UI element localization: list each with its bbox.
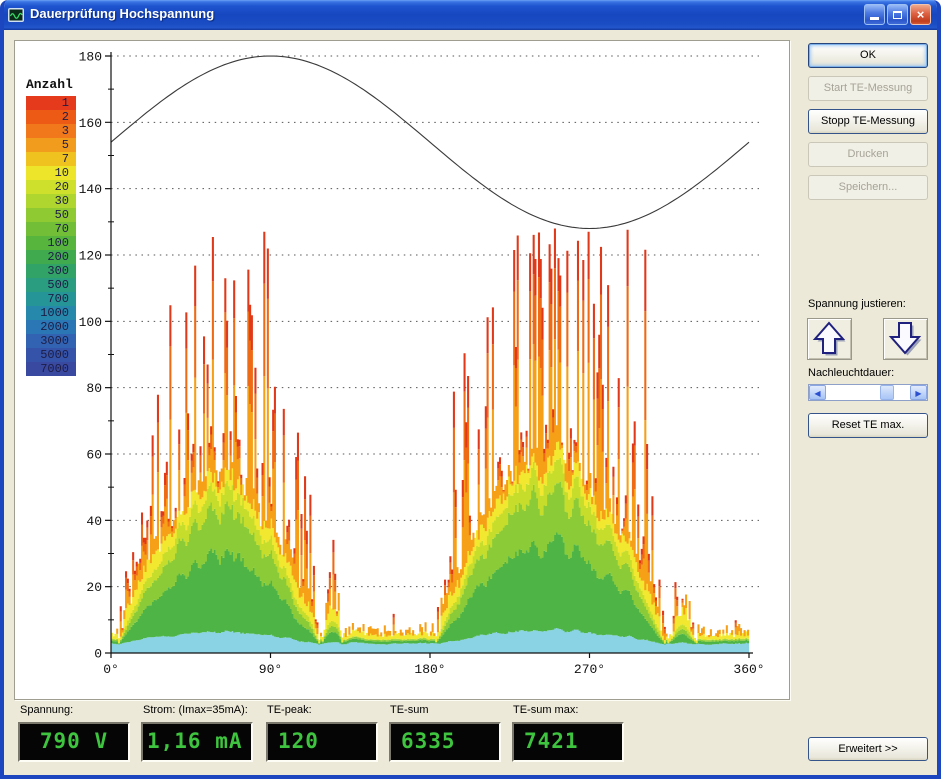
phase-resolved-pd-chart: 0204060801001201401601800°90°180°270°360… <box>15 41 791 701</box>
te-sum-max-label: TE-sum max: <box>513 704 578 716</box>
nachleuchtdauer-label: Nachleuchtdauer: <box>808 367 894 379</box>
legend-row: 700 <box>26 292 76 306</box>
scroll-left-icon: ◀ <box>814 389 820 398</box>
app-window: Dauerprüfung Hochspannung × 020406080100… <box>0 0 941 779</box>
svg-text:90°: 90° <box>259 662 282 677</box>
strom-label: Strom: (Imax=35mA): <box>143 704 248 716</box>
te-sum-display: 6335 <box>389 722 501 762</box>
title-bar: Dauerprüfung Hochspannung × <box>0 0 941 30</box>
legend-row: 500 <box>26 278 76 292</box>
legend-title: Anzahl <box>26 77 90 92</box>
svg-text:180°: 180° <box>414 662 445 677</box>
legend-row: 2 <box>26 110 76 124</box>
svg-text:360°: 360° <box>733 662 764 677</box>
chart-panel: 0204060801001201401601800°90°180°270°360… <box>14 40 790 700</box>
legend-row: 200 <box>26 250 76 264</box>
legend-row: 3000 <box>26 334 76 348</box>
te-sum-value: 6335 <box>391 729 499 753</box>
svg-text:180: 180 <box>79 50 102 65</box>
legend-row: 5000 <box>26 348 76 362</box>
legend-row: 70 <box>26 222 76 236</box>
reset-te-max-button[interactable]: Reset TE max. <box>808 413 928 438</box>
te-peak-value: 120 <box>268 729 376 753</box>
minimize-button[interactable] <box>864 4 885 25</box>
te-sum-max-value: 7421 <box>514 729 622 753</box>
scrollbar-thumb[interactable] <box>880 385 894 400</box>
svg-text:60: 60 <box>86 448 102 463</box>
svg-text:270°: 270° <box>574 662 605 677</box>
legend-row: 10 <box>26 166 76 180</box>
afterglow-scrollbar[interactable]: ◀ ▶ <box>808 384 928 401</box>
arrow-up-icon <box>808 319 851 359</box>
spannung-value: 790 V <box>20 729 128 753</box>
spannung-label: Spannung: <box>20 704 73 716</box>
close-button[interactable]: × <box>910 4 931 25</box>
voltage-up-button[interactable] <box>807 318 852 360</box>
color-scale-legend: Anzahl 123571020305070100200300500700100… <box>26 77 90 376</box>
svg-text:20: 20 <box>86 580 102 595</box>
legend-row: 300 <box>26 264 76 278</box>
svg-text:0°: 0° <box>103 662 119 677</box>
legend-row: 50 <box>26 208 76 222</box>
svg-text:80: 80 <box>86 381 102 396</box>
legend-row: 7000 <box>26 362 76 376</box>
app-icon <box>8 7 24 23</box>
te-sum-label: TE-sum <box>390 704 429 716</box>
scrollbar-right-button[interactable]: ▶ <box>910 385 927 400</box>
legend-row: 1 <box>26 96 76 110</box>
minimize-icon <box>870 17 879 20</box>
stopp-te-messung-button[interactable]: Stopp TE-Messung <box>808 109 928 134</box>
window-title: Dauerprüfung Hochspannung <box>30 6 214 21</box>
erweitert-button[interactable]: Erweitert >> <box>808 737 928 761</box>
arrow-down-icon <box>884 319 927 359</box>
spannung-justieren-label: Spannung justieren: <box>808 298 906 310</box>
ok-button[interactable]: OK <box>808 43 928 68</box>
legend-row: 1000 <box>26 306 76 320</box>
legend-row: 20 <box>26 180 76 194</box>
legend-row: 5 <box>26 138 76 152</box>
scrollbar-left-button[interactable]: ◀ <box>809 385 826 400</box>
strom-display: 1,16 mA <box>141 722 253 762</box>
legend-row: 3 <box>26 124 76 138</box>
legend-row: 30 <box>26 194 76 208</box>
legend-row: 7 <box>26 152 76 166</box>
voltage-down-button[interactable] <box>883 318 928 360</box>
scroll-right-icon: ▶ <box>915 389 921 398</box>
start-te-messung-button: Start TE-Messung <box>808 76 928 101</box>
te-peak-display: 120 <box>266 722 378 762</box>
te-peak-label: TE-peak: <box>267 704 312 716</box>
spannung-display: 790 V <box>18 722 130 762</box>
legend-rows: 1235710203050701002003005007001000200030… <box>26 96 76 376</box>
maximize-button[interactable] <box>887 4 908 25</box>
strom-value: 1,16 mA <box>143 729 251 753</box>
svg-text:0: 0 <box>94 647 102 662</box>
legend-row: 100 <box>26 236 76 250</box>
maximize-icon <box>893 11 902 19</box>
legend-row: 2000 <box>26 320 76 334</box>
close-icon: × <box>917 7 925 22</box>
drucken-button: Drucken <box>808 142 928 167</box>
speichern-button: Speichern... <box>808 175 928 200</box>
svg-text:40: 40 <box>86 514 102 529</box>
client-area: 0204060801001201401601800°90°180°270°360… <box>4 30 937 775</box>
te-sum-max-display: 7421 <box>512 722 624 762</box>
